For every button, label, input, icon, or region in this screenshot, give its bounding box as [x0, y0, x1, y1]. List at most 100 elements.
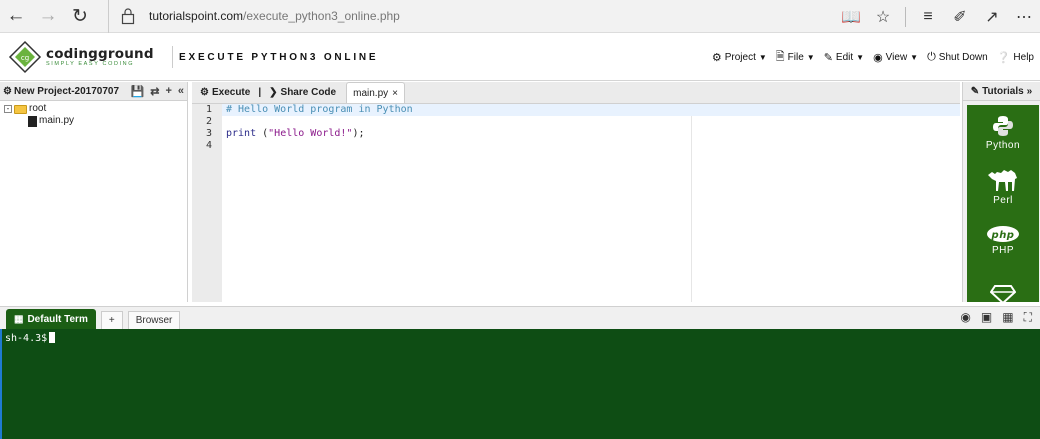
line-number: 1	[205, 104, 212, 115]
collapse-icon[interactable]: «	[178, 85, 184, 98]
tutorials-label: Tutorials	[982, 85, 1024, 97]
folder-icon	[14, 104, 27, 114]
tab-browser[interactable]: Browser	[127, 311, 181, 329]
tree-root-label: root	[29, 103, 47, 114]
logo-tagline: SIMPLY EASY CODING	[46, 60, 135, 67]
refresh-icon[interactable]: ↻	[64, 0, 96, 33]
tutorial-ruby[interactable]	[967, 267, 1039, 302]
camel-icon	[988, 169, 1017, 191]
eye-toggle-icon[interactable]: ◉	[960, 310, 970, 325]
address-bar[interactable]: tutorialspoint.com/execute_python3_onlin…	[108, 0, 400, 33]
tree-file-main[interactable]: main.py	[4, 115, 183, 127]
line-gutter: 1 2 3 4	[192, 104, 222, 302]
help-button[interactable]: ❔ Help	[997, 51, 1034, 64]
code-paren-open: (	[256, 128, 269, 139]
project-toolbar: ⚙ New Project-20170707 💾 ⇄ + «	[0, 82, 187, 101]
svg-text:cg: cg	[21, 54, 29, 62]
tab-default-term-label: Default Term	[27, 313, 88, 325]
fullscreen-icon[interactable]: ⛶	[1024, 310, 1032, 325]
save-icon[interactable]: 💾	[131, 85, 145, 98]
code-editor[interactable]: 1 2 3 4 # Hello World program in Python …	[192, 104, 960, 302]
gem-icon	[990, 285, 1016, 302]
file-icon	[28, 115, 37, 127]
execute-gears-icon: ⚙	[200, 87, 209, 98]
codingground-logo[interactable]: cg codingground SIMPLY EASY CODING	[8, 37, 166, 77]
browser-toolbar: ← → ↻ tutorialspoint.com/execute_python3…	[0, 0, 1040, 33]
editor-panel: ⚙ Execute | ❯ Share Code main.py × 1 2 3…	[192, 82, 960, 302]
help-label: Help	[1013, 52, 1034, 63]
terminal-icon: ▦	[14, 313, 24, 325]
terminal-output[interactable]: sh-4.3$	[0, 329, 1040, 439]
sync-icon[interactable]: ⇄	[150, 85, 159, 98]
notes-pen-icon[interactable]: ✐	[944, 0, 976, 33]
gear-icon: ⚙	[711, 52, 722, 64]
file-menu[interactable]: 🗎 File ▼	[776, 48, 815, 67]
add-terminal-button[interactable]: +	[100, 311, 123, 329]
code-lines: # Hello World program in Python print ("…	[222, 104, 960, 152]
file-menu-label: File	[787, 52, 804, 63]
svg-text:php: php	[991, 230, 1015, 241]
code-line: print ("Hello World!");	[222, 128, 960, 140]
tab-label: main.py	[353, 87, 389, 99]
tab-default-term[interactable]: ▦ Default Term	[6, 309, 96, 329]
file-icon: 🗎	[775, 51, 785, 63]
url-host: tutorialspoint.com	[149, 9, 244, 23]
hub-icon[interactable]: ≡	[912, 0, 944, 33]
minimize-icon[interactable]: ▣	[981, 310, 992, 325]
share-icon[interactable]: ↗	[976, 0, 1008, 33]
more-icon[interactable]: ⋯	[1008, 0, 1040, 33]
expand-icon[interactable]: »	[1027, 86, 1033, 97]
restore-icon[interactable]: ▦	[1002, 310, 1013, 325]
tree-file-label: main.py	[39, 115, 75, 126]
python-logo-icon	[993, 115, 1013, 136]
forward-icon[interactable]: →	[32, 0, 64, 33]
project-menu[interactable]: ⚙ Project ▼	[712, 51, 767, 64]
project-name: New Project-20170707	[13, 85, 120, 97]
add-icon[interactable]: +	[165, 85, 171, 98]
help-icon: ❔	[996, 52, 1011, 64]
toolbar-separator: |	[258, 87, 262, 98]
line-number: 4	[205, 140, 212, 151]
tutorials-header[interactable]: ✎ Tutorials »	[963, 82, 1040, 101]
collapse-toggle-icon[interactable]: -	[4, 105, 12, 113]
tutorial-python[interactable]: Python	[967, 105, 1039, 159]
terminal-tools: ◉ ▣ ▦ ⛶	[960, 310, 1032, 325]
back-icon[interactable]: ←	[0, 0, 32, 33]
tutorial-label: Perl	[993, 194, 1013, 206]
tutorials-icon: ✎	[970, 85, 980, 97]
eye-icon: ◉	[873, 52, 883, 64]
terminal-tabs: ▦ Default Term + Browser ◉ ▣ ▦ ⛶	[0, 306, 1040, 329]
caret-down-icon: ▼	[856, 53, 865, 62]
view-menu[interactable]: ◉ View ▼	[873, 51, 918, 64]
edit-icon: ✎	[823, 52, 833, 64]
code-paren-close: );	[352, 128, 365, 139]
terminal-cursor	[49, 332, 56, 343]
execute-label: Execute	[211, 87, 251, 98]
lock-icon	[121, 8, 135, 25]
shutdown-button[interactable]: ⏻ Shut Down	[927, 51, 988, 64]
project-panel: ⚙ New Project-20170707 💾 ⇄ + « - root ma…	[0, 82, 188, 302]
share-code-label: Share Code	[280, 87, 337, 98]
reading-view-icon[interactable]: 📖	[835, 0, 867, 33]
tree-root[interactable]: - root	[4, 103, 183, 115]
tutorial-php[interactable]: php PHP	[967, 213, 1039, 267]
project-gear-icon[interactable]: ⚙	[3, 86, 12, 97]
code-line: # Hello World program in Python	[222, 104, 960, 116]
execute-button[interactable]: ⚙ Execute	[196, 82, 254, 103]
terminal-chevron-icon: ❯	[269, 87, 278, 98]
editor-toolbar: ⚙ Execute | ❯ Share Code main.py ×	[192, 82, 960, 104]
tutorial-perl[interactable]: Perl	[967, 159, 1039, 213]
logo-main-text: codingground	[46, 45, 154, 62]
share-code-button[interactable]: ❯ Share Code	[265, 82, 340, 103]
logo-badge-icon: cg	[8, 40, 42, 74]
shutdown-label: Shut Down	[938, 52, 988, 63]
caret-down-icon: ▼	[910, 53, 919, 62]
tutorials-panel: ✎ Tutorials » Python Perl php PHP	[962, 82, 1040, 302]
tab-main-py[interactable]: main.py ×	[346, 82, 405, 103]
close-icon[interactable]: ×	[392, 88, 398, 99]
url-path: /execute_python3_online.php	[243, 9, 400, 23]
code-comment: # Hello World program in Python	[226, 104, 413, 115]
favorite-star-icon[interactable]: ☆	[867, 0, 899, 33]
edit-menu[interactable]: ✎ Edit ▼	[824, 51, 864, 64]
